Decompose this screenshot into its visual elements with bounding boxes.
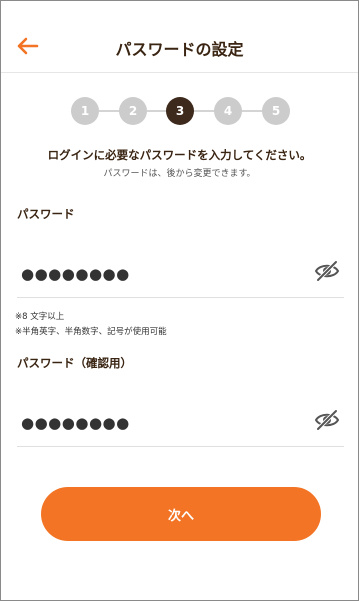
instruction-text: ログインに必要なパスワードを入力してください。 (47, 148, 312, 162)
password-confirm-label: パスワード（確認用） (17, 356, 132, 370)
page-title: パスワードの設定 (115, 40, 244, 59)
next-button[interactable]: 次へ (41, 487, 321, 541)
step-4: 4 (214, 97, 242, 125)
password-confirm-value[interactable]: ●●●●●●●● (21, 414, 130, 432)
step-connector (147, 110, 167, 112)
password-value[interactable]: ●●●●●●●● (21, 265, 130, 283)
password-label: パスワード (17, 207, 75, 221)
step-connector (241, 110, 263, 112)
step-connector (193, 110, 215, 112)
password-field[interactable]: ●●●●●●●● (17, 248, 344, 298)
app-header: パスワードの設定 (1, 1, 358, 73)
step-3-current: 3 (166, 97, 194, 125)
step-1: 1 (71, 97, 99, 125)
step-connector (99, 110, 121, 112)
password-rule-length: ※8 文字以上 (15, 312, 65, 322)
step-2: 2 (119, 97, 147, 125)
password-confirm-field[interactable]: ●●●●●●●● (17, 397, 344, 447)
eye-off-icon[interactable] (314, 260, 340, 282)
step-5: 5 (262, 97, 290, 125)
password-rule-chars: ※半角英字、半角数字、記号が使用可能 (15, 327, 167, 337)
step-indicator: 1 2 3 4 5 (1, 97, 358, 125)
sub-instruction-text: パスワードは、後から変更できます。 (103, 169, 256, 179)
eye-off-icon[interactable] (314, 409, 340, 431)
